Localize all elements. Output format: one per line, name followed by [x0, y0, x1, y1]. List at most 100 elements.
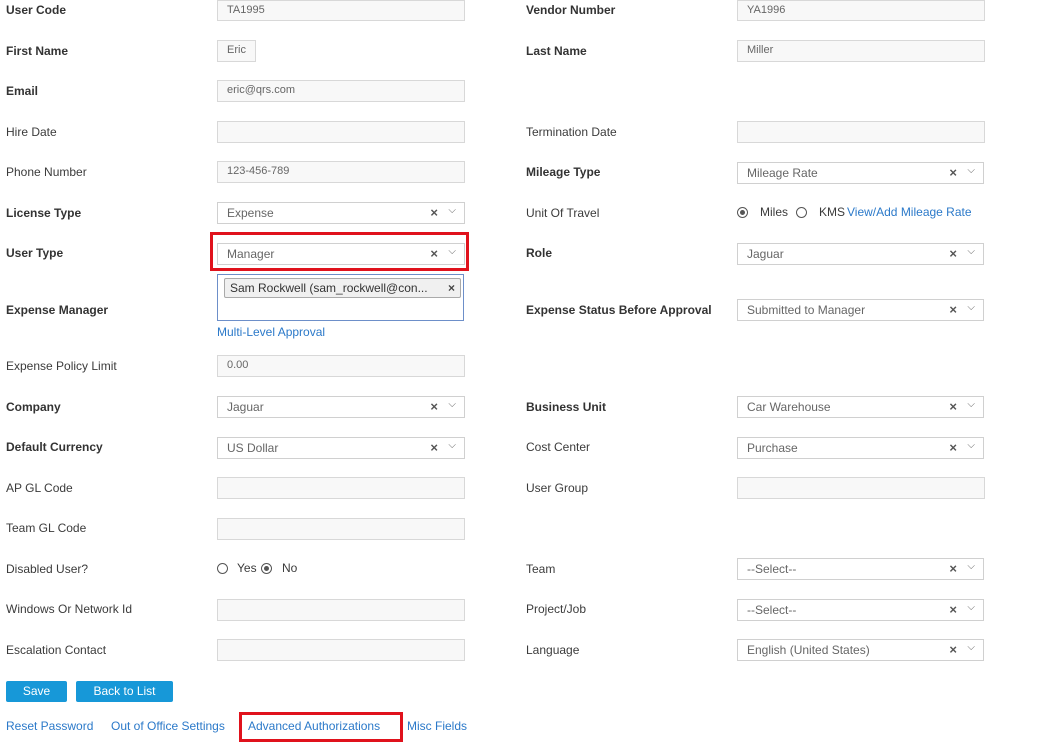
- role-label: Role: [526, 246, 553, 260]
- user-type-label: User Type: [6, 246, 64, 260]
- expense-status-select[interactable]: Submitted to Manager × ⌵: [737, 299, 984, 321]
- user-type-value: Manager: [227, 247, 275, 261]
- multi-level-approval-link[interactable]: Multi-Level Approval: [217, 325, 325, 339]
- ap-gl-code-field[interactable]: [217, 477, 465, 499]
- email-field[interactable]: eric@qrs.com: [217, 80, 465, 102]
- disabled-user-label: Disabled User?: [6, 562, 89, 576]
- expense-manager-tag[interactable]: Sam Rockwell (sam_rockwell@con... ×: [224, 278, 461, 298]
- user-code-field[interactable]: TA1995: [217, 0, 465, 21]
- clear-icon[interactable]: ×: [949, 440, 957, 455]
- chevron-down-icon[interactable]: ⌵: [967, 302, 975, 313]
- license-type-label: License Type: [6, 206, 82, 220]
- business-unit-label: Business Unit: [526, 400, 607, 414]
- chevron-down-icon[interactable]: ⌵: [967, 399, 975, 410]
- language-label: Language: [526, 643, 580, 657]
- clear-icon[interactable]: ×: [949, 165, 957, 180]
- out-of-office-settings-link[interactable]: Out of Office Settings: [111, 719, 225, 733]
- expense-policy-limit-field[interactable]: 0.00: [217, 355, 465, 377]
- company-select[interactable]: Jaguar × ⌵: [217, 396, 465, 418]
- cost-center-select[interactable]: Purchase × ⌵: [737, 437, 984, 459]
- clear-icon[interactable]: ×: [949, 642, 957, 657]
- phone-number-field[interactable]: 123-456-789: [217, 161, 465, 183]
- chevron-down-icon[interactable]: ⌵: [448, 399, 456, 410]
- business-unit-select[interactable]: Car Warehouse × ⌵: [737, 396, 984, 418]
- team-gl-code-label: Team GL Code: [6, 521, 87, 535]
- user-group-label: User Group: [526, 481, 589, 495]
- project-job-value: --Select--: [747, 603, 797, 617]
- hire-date-field[interactable]: [217, 121, 465, 143]
- view-add-mileage-rate-link[interactable]: View/Add Mileage Rate: [847, 205, 972, 219]
- team-select[interactable]: --Select-- × ⌵: [737, 558, 984, 580]
- clear-icon[interactable]: ×: [430, 205, 438, 220]
- clear-icon[interactable]: ×: [430, 246, 438, 261]
- license-type-select[interactable]: Expense × ⌵: [217, 202, 465, 224]
- cost-center-label: Cost Center: [526, 440, 591, 454]
- company-label: Company: [6, 400, 61, 414]
- save-button[interactable]: Save: [6, 681, 67, 702]
- chevron-down-icon[interactable]: ⌵: [967, 165, 975, 176]
- role-value: Jaguar: [747, 247, 784, 261]
- termination-date-field[interactable]: [737, 121, 985, 143]
- email-label: Email: [6, 84, 39, 98]
- clear-icon[interactable]: ×: [430, 440, 438, 455]
- default-currency-value: US Dollar: [227, 441, 279, 455]
- mileage-type-value: Mileage Rate: [747, 166, 818, 180]
- yes-option-label: Yes: [237, 561, 257, 575]
- company-value: Jaguar: [227, 400, 264, 414]
- windows-network-id-label: Windows Or Network Id: [6, 602, 133, 616]
- user-group-field[interactable]: [737, 477, 985, 499]
- clear-icon[interactable]: ×: [949, 246, 957, 261]
- escalation-contact-label: Escalation Contact: [6, 643, 107, 657]
- last-name-label: Last Name: [526, 44, 587, 58]
- clear-icon[interactable]: ×: [949, 561, 957, 576]
- escalation-contact-field[interactable]: [217, 639, 465, 661]
- clear-icon[interactable]: ×: [949, 602, 957, 617]
- default-currency-label: Default Currency: [6, 440, 103, 454]
- user-type-select[interactable]: Manager × ⌵: [217, 243, 465, 265]
- disabled-yes-radio[interactable]: [217, 563, 228, 574]
- chevron-down-icon[interactable]: ⌵: [967, 246, 975, 257]
- disabled-no-radio[interactable]: [261, 563, 272, 574]
- no-option-label: No: [282, 561, 298, 575]
- windows-network-id-field[interactable]: [217, 599, 465, 621]
- kms-radio[interactable]: [796, 207, 807, 218]
- chevron-down-icon[interactable]: ⌵: [967, 440, 975, 451]
- project-job-select[interactable]: --Select-- × ⌵: [737, 599, 984, 621]
- clear-icon[interactable]: ×: [949, 399, 957, 414]
- remove-tag-icon[interactable]: ×: [448, 281, 455, 295]
- clear-icon[interactable]: ×: [949, 302, 957, 317]
- chevron-down-icon[interactable]: ⌵: [448, 246, 456, 257]
- miles-radio[interactable]: [737, 207, 748, 218]
- license-type-value: Expense: [227, 206, 274, 220]
- vendor-number-label: Vendor Number: [526, 3, 616, 17]
- chevron-down-icon[interactable]: ⌵: [448, 205, 456, 216]
- role-select[interactable]: Jaguar × ⌵: [737, 243, 984, 265]
- team-gl-code-field[interactable]: [217, 518, 465, 540]
- miles-option-label: Miles: [760, 205, 789, 219]
- ap-gl-code-label: AP GL Code: [6, 481, 73, 495]
- first-name-field[interactable]: Eric: [217, 40, 256, 62]
- reset-password-link[interactable]: Reset Password: [6, 719, 93, 733]
- clear-icon[interactable]: ×: [430, 399, 438, 414]
- chevron-down-icon[interactable]: ⌵: [967, 642, 975, 653]
- mileage-type-select[interactable]: Mileage Rate × ⌵: [737, 162, 984, 184]
- team-label: Team: [526, 562, 556, 576]
- phone-number-label: Phone Number: [6, 165, 87, 179]
- user-code-label: User Code: [6, 3, 67, 17]
- last-name-field[interactable]: Miller: [737, 40, 985, 62]
- expense-policy-limit-label: Expense Policy Limit: [6, 359, 117, 373]
- hire-date-label: Hire Date: [6, 125, 57, 139]
- unit-of-travel-label: Unit Of Travel: [526, 206, 600, 220]
- advanced-authorizations-link[interactable]: Advanced Authorizations: [248, 719, 380, 733]
- chevron-down-icon[interactable]: ⌵: [448, 440, 456, 451]
- language-select[interactable]: English (United States) × ⌵: [737, 639, 984, 661]
- chevron-down-icon[interactable]: ⌵: [967, 602, 975, 613]
- first-name-label: First Name: [6, 44, 69, 58]
- chevron-down-icon[interactable]: ⌵: [967, 561, 975, 572]
- default-currency-select[interactable]: US Dollar × ⌵: [217, 437, 465, 459]
- misc-fields-link[interactable]: Misc Fields: [407, 719, 467, 733]
- vendor-number-field[interactable]: YA1996: [737, 0, 985, 21]
- mileage-type-label: Mileage Type: [526, 165, 601, 179]
- expense-manager-multiselect[interactable]: Sam Rockwell (sam_rockwell@con... ×: [217, 274, 464, 321]
- back-to-list-button[interactable]: Back to List: [76, 681, 173, 702]
